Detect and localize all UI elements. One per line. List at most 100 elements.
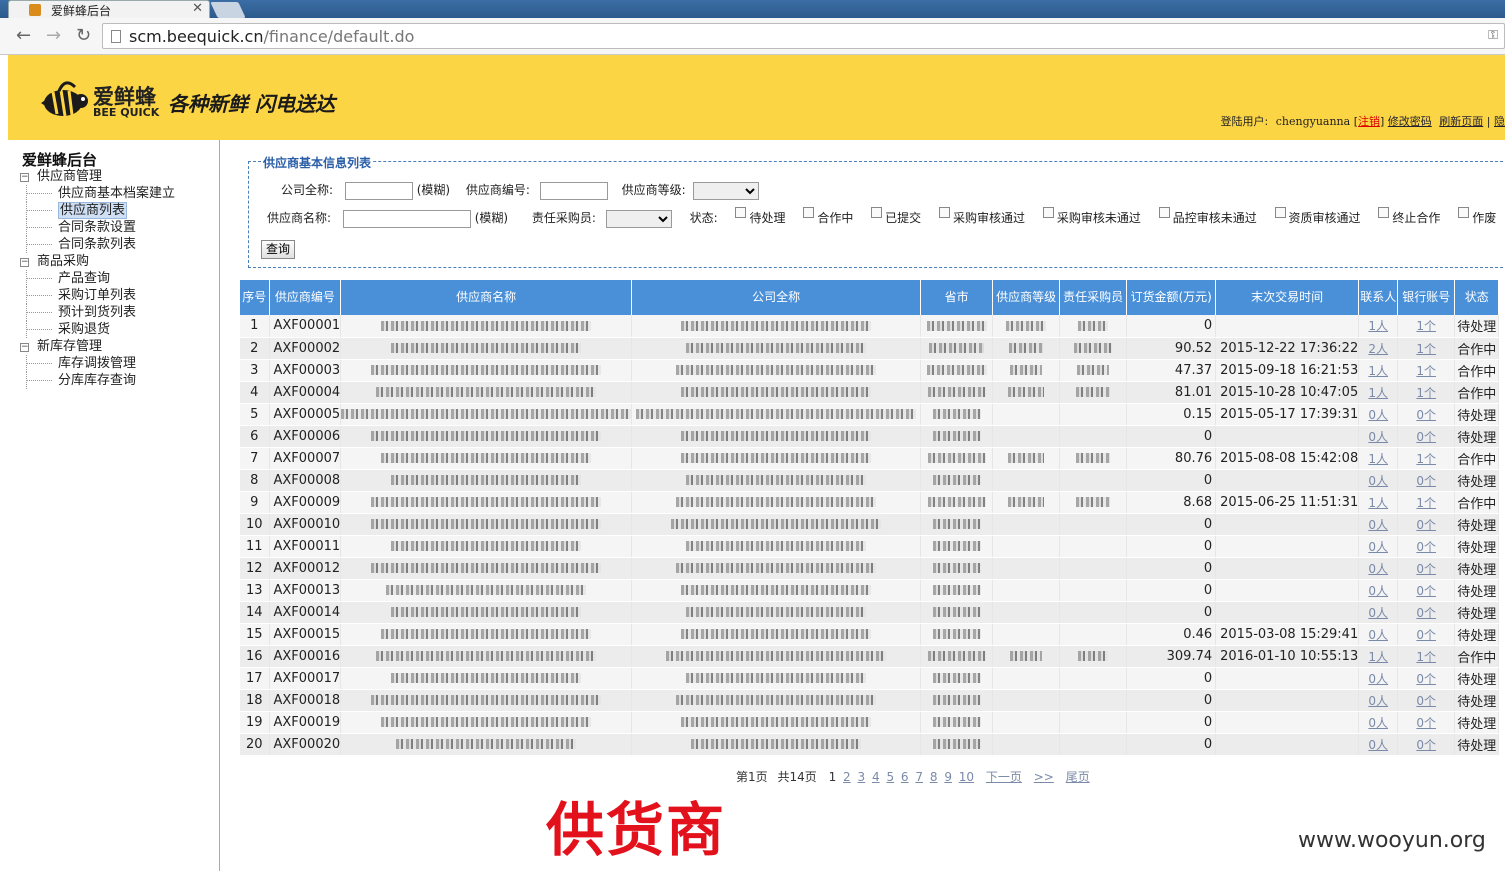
contact-link[interactable]: 1人 — [1368, 386, 1388, 400]
sidebar-item-supplier-archive[interactable]: 供应商基本档案建立 — [20, 185, 175, 202]
contact-link[interactable]: 0人 — [1368, 628, 1388, 642]
page-link[interactable]: 6 — [901, 770, 909, 784]
bank-link[interactable]: 0个 — [1416, 562, 1436, 576]
checkbox-icon[interactable] — [939, 207, 951, 218]
tree-group-label[interactable]: − 商品采购 — [20, 253, 136, 270]
table-row[interactable]: 20 AXF00020 0 0人 0个 待处理 — [240, 733, 1500, 756]
bank-link[interactable]: 0个 — [1416, 408, 1436, 422]
table-row[interactable]: 15 AXF00015 0.46 2015-03-08 15:29:41 0人 0个 待处理 — [240, 623, 1500, 646]
col-header[interactable]: 责任采购员 — [1059, 280, 1128, 315]
sidebar-item-contract-list[interactable]: 合同条款列表 — [20, 236, 175, 253]
col-header[interactable]: 状态 — [1454, 280, 1500, 315]
status-checkbox[interactable]: 采购审核通过 — [939, 207, 1025, 226]
page-link[interactable]: 5 — [886, 770, 894, 784]
logout-link[interactable]: 注销 — [1358, 115, 1380, 128]
status-checkbox[interactable]: 待处理 — [735, 207, 786, 226]
contact-link[interactable]: 2人 — [1368, 342, 1388, 356]
contact-link[interactable]: 0人 — [1368, 584, 1388, 598]
page-link[interactable]: 7 — [915, 770, 923, 784]
contact-link[interactable]: 0人 — [1368, 738, 1388, 752]
table-row[interactable]: 11 AXF00011 0 0人 0个 待处理 — [240, 535, 1500, 558]
col-header[interactable]: 供应商等级 — [992, 280, 1061, 315]
page-link[interactable]: 10 — [959, 770, 974, 784]
table-row[interactable]: 9 AXF00009 8.68 2015-06-25 11:51:31 1人 1个 合作中 — [240, 491, 1500, 514]
contact-link[interactable]: 0人 — [1368, 540, 1388, 554]
col-header[interactable]: 序号 — [240, 280, 270, 315]
contact-link[interactable]: 0人 — [1368, 672, 1388, 686]
collapse-icon[interactable]: − — [20, 258, 29, 267]
bank-link[interactable]: 1个 — [1416, 386, 1436, 400]
table-row[interactable]: 8 AXF00008 0 0人 0个 待处理 — [240, 469, 1500, 492]
page-link[interactable]: 4 — [872, 770, 880, 784]
sidebar-item-contract-settings[interactable]: 合同条款设置 — [20, 219, 175, 236]
contact-link[interactable]: 0人 — [1368, 474, 1388, 488]
company-input[interactable] — [344, 181, 413, 200]
bank-link[interactable]: 0个 — [1416, 694, 1436, 708]
table-row[interactable]: 18 AXF00018 0 0人 0个 待处理 — [240, 689, 1500, 712]
col-header[interactable]: 联系人 — [1358, 280, 1399, 315]
page-link[interactable]: 9 — [944, 770, 952, 784]
status-checkbox[interactable]: 作废 — [1458, 207, 1496, 226]
sidebar-item-warehouse-stock[interactable]: 分库库存查询 — [20, 372, 136, 389]
contact-link[interactable]: 0人 — [1368, 562, 1388, 576]
collapse-icon[interactable]: − — [20, 173, 29, 182]
table-row[interactable]: 13 AXF00013 0 0人 0个 待处理 — [240, 579, 1500, 602]
bank-link[interactable]: 0个 — [1416, 474, 1436, 488]
page-link[interactable]: 3 — [858, 770, 866, 784]
back-arrow-icon[interactable]: ← — [16, 26, 31, 46]
table-row[interactable]: 7 AXF00007 80.76 2015-08-08 15:42:08 1人 1个 合作中 — [240, 447, 1500, 470]
sidebar-item-stock-transfer[interactable]: 库存调拨管理 — [20, 355, 136, 372]
bank-link[interactable]: 0个 — [1416, 628, 1436, 642]
table-row[interactable]: 4 AXF00004 81.01 2015-10-28 10:47:05 1人 1个 合作中 — [240, 381, 1500, 404]
contact-link[interactable]: 1人 — [1368, 452, 1388, 466]
hide-link[interactable]: 隐 — [1494, 115, 1505, 128]
contact-link[interactable]: 0人 — [1368, 716, 1388, 730]
sidebar-item-product-query[interactable]: 产品查询 — [20, 270, 136, 287]
table-row[interactable]: 14 AXF00014 0 0人 0个 待处理 — [240, 601, 1500, 624]
browser-tab[interactable]: 爱鲜蜂后台 ✕ — [8, 0, 210, 18]
bank-link[interactable]: 1个 — [1416, 650, 1436, 664]
contact-link[interactable]: 0人 — [1368, 408, 1388, 422]
page-link[interactable]: 2 — [843, 770, 851, 784]
contact-link[interactable]: 0人 — [1368, 694, 1388, 708]
table-row[interactable]: 5 AXF00005 0.15 2015-05-17 17:39:31 0人 0个 待处理 — [240, 403, 1500, 426]
col-header[interactable]: 银行账号 — [1397, 280, 1456, 315]
sidebar-item-purchase-returns[interactable]: 采购退货 — [20, 321, 136, 338]
contact-link[interactable]: 1人 — [1368, 650, 1388, 664]
query-button[interactable]: 查询 — [261, 240, 296, 259]
buyer-select[interactable] — [605, 209, 672, 228]
bank-link[interactable]: 0个 — [1416, 716, 1436, 730]
table-row[interactable]: 19 AXF00019 0 0人 0个 待处理 — [240, 711, 1500, 734]
checkbox-icon[interactable] — [1458, 207, 1470, 218]
checkbox-icon[interactable] — [803, 207, 815, 218]
table-row[interactable]: 1 AXF00001 0 1人 1个 待处理 — [240, 315, 1500, 338]
tree-group-label[interactable]: − 新库存管理 — [20, 338, 136, 355]
checkbox-icon[interactable] — [1274, 207, 1286, 218]
bank-link[interactable]: 1个 — [1416, 342, 1436, 356]
status-checkbox[interactable]: 品控审核未通过 — [1158, 207, 1257, 226]
table-row[interactable]: 17 AXF00017 0 0人 0个 待处理 — [240, 667, 1500, 690]
bank-link[interactable]: 1个 — [1416, 319, 1436, 333]
contact-link[interactable]: 1人 — [1368, 496, 1388, 510]
tree-group-label[interactable]: − 供应商管理 — [20, 168, 175, 185]
bank-link[interactable]: 1个 — [1416, 364, 1436, 378]
bank-link[interactable]: 1个 — [1416, 496, 1436, 510]
table-row[interactable]: 16 AXF00016 309.74 2016-01-10 10:55:13 1人 1个 合… — [240, 645, 1500, 668]
col-header[interactable]: 末次交易时间 — [1215, 280, 1360, 315]
sidebar-item-expected-arrivals[interactable]: 预计到货列表 — [20, 304, 136, 321]
supplier-name-input[interactable] — [342, 209, 471, 228]
status-checkbox[interactable]: 资质审核通过 — [1274, 207, 1361, 226]
contact-link[interactable]: 0人 — [1368, 518, 1388, 532]
status-checkbox[interactable]: 采购审核未通过 — [1042, 207, 1141, 226]
bank-link[interactable]: 0个 — [1416, 606, 1436, 620]
table-row[interactable]: 3 AXF00003 47.37 2015-09-18 16:21:53 1人 1个 合作中 — [240, 359, 1500, 382]
bank-link[interactable]: 0个 — [1416, 430, 1436, 444]
table-row[interactable]: 2 AXF00002 90.52 2015-12-22 17:36:22 2人 1个 合作中 — [240, 337, 1500, 360]
status-checkbox[interactable]: 已提交 — [871, 207, 921, 226]
col-header[interactable]: 订货金额(万元) — [1126, 280, 1217, 315]
contact-link[interactable]: 1人 — [1368, 319, 1388, 333]
checkbox-icon[interactable] — [1378, 207, 1390, 218]
address-bar[interactable]: scm.beequick.cn/finance/default.do ⚿ — [102, 23, 1505, 49]
table-row[interactable]: 6 AXF00006 0 0人 0个 待处理 — [240, 425, 1500, 448]
contact-link[interactable]: 0人 — [1368, 606, 1388, 620]
